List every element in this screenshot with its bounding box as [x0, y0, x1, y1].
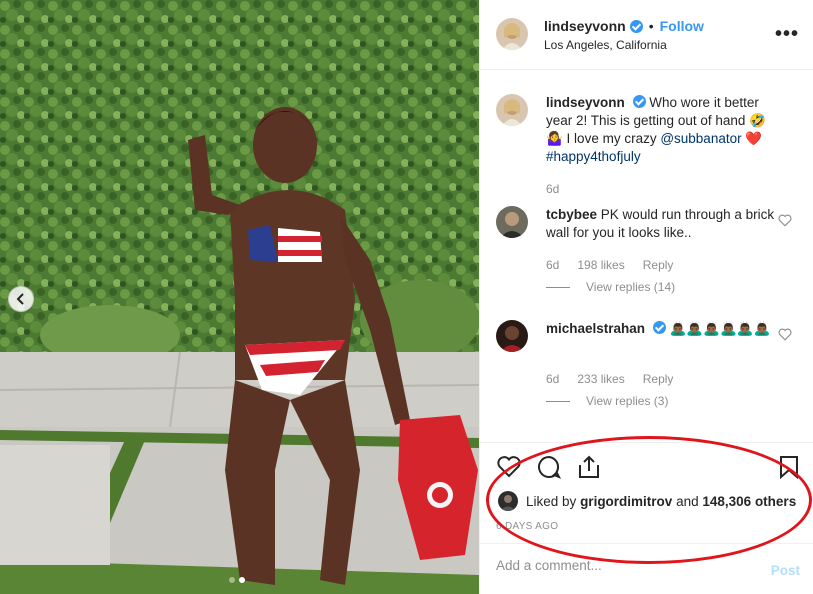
bookmark-icon[interactable]: [778, 455, 800, 479]
carousel-dot: [229, 577, 235, 583]
avatar[interactable]: [496, 206, 528, 238]
carousel-prev-button[interactable]: [8, 286, 34, 312]
comment-meta: 6d 233 likes Reply: [546, 372, 673, 386]
heart-icon[interactable]: [496, 455, 522, 479]
caption-body-2: ❤️: [741, 131, 763, 146]
verified-icon: [632, 95, 646, 108]
carousel-dot-active: [239, 577, 245, 583]
separator-dot: •: [648, 18, 654, 34]
carousel-indicator: [229, 577, 245, 583]
follow-button[interactable]: Follow: [660, 18, 704, 34]
post-header: lindseyvonn • Follow Los Angeles, Califo…: [480, 0, 813, 70]
reply-button[interactable]: Reply: [643, 258, 674, 272]
username-link[interactable]: lindseyvonn: [544, 18, 626, 34]
comment-body: 🙇🏾‍♂️🙇🏾‍♂️🙇🏾‍♂️🙇🏾‍♂️🙇🏾‍♂️🙇🏾‍♂️: [669, 321, 771, 336]
verified-icon: [629, 19, 643, 33]
comment-text: tcbybee PK would run through a brick wal…: [546, 206, 784, 242]
avatar[interactable]: [496, 94, 528, 126]
avatar[interactable]: [498, 491, 518, 511]
likes-count[interactable]: 148,306 others: [702, 494, 796, 509]
heart-icon[interactable]: [778, 328, 792, 341]
comment-text: michaelstrahan 🙇🏾‍♂️🙇🏾‍♂️🙇🏾‍♂️🙇🏾‍♂️🙇🏾‍♂️…: [546, 320, 784, 338]
comment-age[interactable]: 6d: [546, 372, 559, 386]
post-sidebar: lindseyvonn • Follow Los Angeles, Califo…: [479, 0, 813, 594]
comment-form: Post: [480, 543, 813, 594]
share-icon[interactable]: [576, 455, 602, 479]
view-replies-label: View replies (3): [586, 394, 669, 408]
comment-icon[interactable]: [536, 455, 562, 479]
caption-age[interactable]: 6d: [546, 182, 559, 196]
view-replies-label: View replies (14): [586, 280, 676, 294]
caption-username[interactable]: lindseyvonn: [546, 95, 625, 110]
view-replies-button[interactable]: View replies (3): [546, 394, 668, 408]
comment-input[interactable]: [496, 558, 746, 573]
location-link[interactable]: Los Angeles, California: [544, 38, 667, 52]
likes-prefix: Liked by: [526, 493, 577, 509]
comment-age[interactable]: 6d: [546, 258, 559, 272]
view-replies-button[interactable]: View replies (14): [546, 280, 675, 294]
header-user-line: lindseyvonn • Follow: [544, 18, 704, 34]
likes-summary: Liked by grigordimitrov and 148,306 othe…: [498, 491, 796, 511]
post-comment-button[interactable]: Post: [771, 563, 800, 578]
post-date[interactable]: 6 DAYS AGO: [496, 521, 558, 532]
comment-meta: 6d 198 likes Reply: [546, 258, 673, 272]
comment-username[interactable]: tcbybee: [546, 207, 597, 222]
reply-button[interactable]: Reply: [643, 372, 674, 386]
divider-line: [546, 286, 570, 288]
comments-list[interactable]: lindseyvonn Who wore it better year 2! T…: [480, 70, 813, 442]
likes-middle: and: [676, 493, 699, 509]
more-icon[interactable]: •••: [775, 24, 799, 44]
divider-line: [546, 400, 570, 402]
caption-meta: 6d: [546, 182, 559, 196]
post-photo: [0, 0, 479, 594]
comment-likes[interactable]: 198 likes: [577, 258, 624, 272]
post-media[interactable]: [0, 0, 479, 594]
avatar[interactable]: [496, 320, 528, 352]
comment-likes[interactable]: 233 likes: [577, 372, 624, 386]
hashtag-link[interactable]: #happy4thofjuly: [546, 149, 641, 164]
heart-icon[interactable]: [778, 214, 792, 227]
caption-text: lindseyvonn Who wore it better year 2! T…: [546, 94, 784, 166]
avatar[interactable]: [496, 18, 528, 50]
post-actions: Liked by grigordimitrov and 148,306 othe…: [480, 442, 813, 542]
chevron-left-icon: [16, 293, 24, 305]
liker-username[interactable]: grigordimitrov: [580, 494, 672, 509]
mention-link[interactable]: @subbanator: [660, 131, 741, 146]
comment-username[interactable]: michaelstrahan: [546, 321, 645, 336]
verified-icon: [652, 321, 666, 334]
